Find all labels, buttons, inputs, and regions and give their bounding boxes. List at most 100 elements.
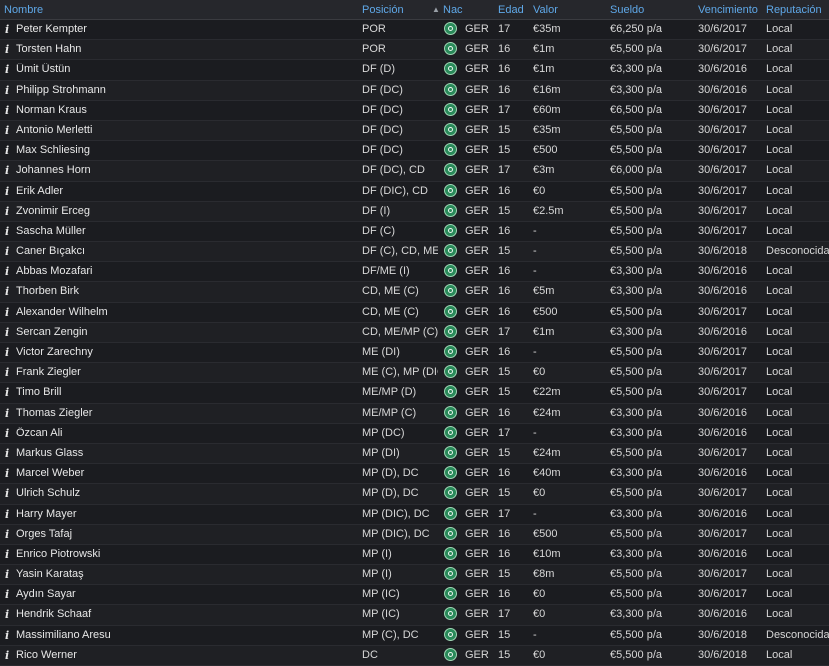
- info-icon[interactable]: i: [5, 124, 9, 137]
- info-icon[interactable]: i: [5, 407, 9, 420]
- column-header-expires[interactable]: Vencimiento: [698, 4, 758, 16]
- info-icon[interactable]: i: [5, 649, 9, 662]
- table-row[interactable]: i Sercan Zengin CD, ME/MP (C) GER 17 €1m…: [0, 322, 829, 343]
- table-row[interactable]: i Marcel Weber MP (D), DC GER 16 €40m €3…: [0, 464, 829, 485]
- info-icon[interactable]: i: [5, 427, 9, 440]
- info-icon[interactable]: i: [5, 568, 9, 581]
- info-icon[interactable]: i: [5, 528, 9, 541]
- info-icon[interactable]: i: [5, 588, 9, 601]
- info-icon[interactable]: i: [5, 245, 9, 258]
- table-row[interactable]: i Johannes Horn DF (DC), CD GER 17 €3m €…: [0, 161, 829, 182]
- column-header-reputation[interactable]: Reputación: [766, 4, 822, 16]
- player-name[interactable]: Erik Adler: [16, 185, 346, 197]
- player-name[interactable]: Peter Kempter: [16, 23, 346, 35]
- table-row[interactable]: i Frank Ziegler ME (C), MP (DIC) GER 15 …: [0, 363, 829, 384]
- table-row[interactable]: i Aydın Sayar MP (IC) GER 16 €0 €5,500 p…: [0, 585, 829, 606]
- table-row[interactable]: i Özcan Ali MP (DC) GER 17 - €3,300 p/a …: [0, 423, 829, 444]
- info-icon[interactable]: i: [5, 43, 9, 56]
- column-header-name[interactable]: Nombre: [4, 4, 43, 16]
- table-row[interactable]: i Hendrik Schaaf MP (IC) GER 17 €0 €3,30…: [0, 605, 829, 626]
- player-name[interactable]: Yasin Karataş: [16, 568, 346, 580]
- table-row[interactable]: i Yasin Karataş MP (I) GER 15 €8m €5,500…: [0, 565, 829, 586]
- column-header-nationality[interactable]: Nac: [443, 4, 463, 16]
- table-row[interactable]: i Victor Zarechny ME (DI) GER 16 - €5,50…: [0, 343, 829, 364]
- player-name[interactable]: Marcel Weber: [16, 467, 346, 479]
- table-row[interactable]: i Alexander Wilhelm CD, ME (C) GER 16 €5…: [0, 302, 829, 323]
- info-icon[interactable]: i: [5, 608, 9, 621]
- info-icon[interactable]: i: [5, 386, 9, 399]
- player-name[interactable]: Orges Tafaj: [16, 528, 346, 540]
- table-row[interactable]: i Thomas Ziegler ME/MP (C) GER 16 €24m €…: [0, 403, 829, 424]
- table-row[interactable]: i Massimiliano Aresu MP (C), DC GER 15 -…: [0, 625, 829, 646]
- table-row[interactable]: i Abbas Mozafari DF/ME (I) GER 16 - €3,3…: [0, 262, 829, 283]
- player-name[interactable]: Markus Glass: [16, 447, 346, 459]
- player-name[interactable]: Enrico Piotrowski: [16, 548, 346, 560]
- info-icon[interactable]: i: [5, 548, 9, 561]
- player-name[interactable]: Özcan Ali: [16, 427, 346, 439]
- table-row[interactable]: i Peter Kempter POR GER 17 €35m €6,250 p…: [0, 20, 829, 41]
- info-icon[interactable]: i: [5, 346, 9, 359]
- player-name[interactable]: Norman Kraus: [16, 104, 346, 116]
- info-icon[interactable]: i: [5, 144, 9, 157]
- info-icon[interactable]: i: [5, 467, 9, 480]
- info-icon[interactable]: i: [5, 205, 9, 218]
- player-name[interactable]: Frank Ziegler: [16, 366, 346, 378]
- table-row[interactable]: i Antonio Merletti DF (DC) GER 15 €35m €…: [0, 120, 829, 142]
- info-icon[interactable]: i: [5, 285, 9, 298]
- table-row[interactable]: i Max Schliesing DF (DC) GER 15 €500 €5,…: [0, 141, 829, 162]
- column-header-value[interactable]: Valor: [533, 4, 558, 16]
- info-icon[interactable]: i: [5, 487, 9, 500]
- info-icon[interactable]: i: [5, 164, 9, 177]
- player-name[interactable]: Rico Werner: [16, 649, 346, 661]
- player-name[interactable]: Zvonimir Erceg: [16, 205, 346, 217]
- info-icon[interactable]: i: [5, 629, 9, 642]
- player-name[interactable]: Caner Bıçakcı: [16, 245, 346, 257]
- table-row[interactable]: i Timo Brill ME/MP (D) GER 15 €22m €5,50…: [0, 383, 829, 404]
- info-icon[interactable]: i: [5, 326, 9, 339]
- player-name[interactable]: Alexander Wilhelm: [16, 306, 346, 318]
- player-name[interactable]: Sercan Zengin: [16, 326, 346, 338]
- table-row[interactable]: i Harry Mayer MP (DIC), DC GER 17 - €3,3…: [0, 504, 829, 525]
- player-name[interactable]: Thomas Ziegler: [16, 407, 346, 419]
- table-row[interactable]: i Norman Kraus DF (DC) GER 17 €60m €6,50…: [0, 100, 829, 121]
- info-icon[interactable]: i: [5, 185, 9, 198]
- player-name[interactable]: Victor Zarechny: [16, 346, 346, 358]
- info-icon[interactable]: i: [5, 366, 9, 379]
- table-row[interactable]: i Markus Glass MP (DI) GER 15 €24m €5,50…: [0, 443, 829, 465]
- player-name[interactable]: Ümit Üstün: [16, 63, 346, 75]
- player-name[interactable]: Thorben Birk: [16, 285, 346, 297]
- player-name[interactable]: Torsten Hahn: [16, 43, 346, 55]
- table-row[interactable]: i Caner Bıçakcı DF (C), CD, ME ... GER 1…: [0, 242, 829, 263]
- table-row[interactable]: i Ümit Üstün DF (D) GER 16 €1m €3,300 p/…: [0, 60, 829, 81]
- player-name[interactable]: Antonio Merletti: [16, 124, 346, 136]
- player-name[interactable]: Max Schliesing: [16, 144, 346, 156]
- table-row[interactable]: i Thorben Birk CD, ME (C) GER 16 €5m €3,…: [0, 282, 829, 303]
- table-row[interactable]: i Ulrich Schulz MP (D), DC GER 15 €0 €5,…: [0, 484, 829, 505]
- player-name[interactable]: Harry Mayer: [16, 508, 346, 520]
- table-row[interactable]: i Zvonimir Erceg DF (I) GER 15 €2.5m €5,…: [0, 201, 829, 222]
- info-icon[interactable]: i: [5, 265, 9, 278]
- table-row[interactable]: i Rico Werner DC GER 15 €0 €5,500 p/a 30…: [0, 645, 829, 666]
- table-row[interactable]: i Enrico Piotrowski MP (I) GER 16 €10m €…: [0, 544, 829, 566]
- player-name[interactable]: Sascha Müller: [16, 225, 346, 237]
- player-name[interactable]: Aydın Sayar: [16, 588, 346, 600]
- info-icon[interactable]: i: [5, 104, 9, 117]
- info-icon[interactable]: i: [5, 63, 9, 76]
- player-name[interactable]: Timo Brill: [16, 386, 346, 398]
- table-row[interactable]: i Erik Adler DF (DIC), CD GER 16 €0 €5,5…: [0, 181, 829, 202]
- player-name[interactable]: Hendrik Schaaf: [16, 608, 346, 620]
- column-header-position[interactable]: Posición: [362, 4, 404, 16]
- table-row[interactable]: i Orges Tafaj MP (DIC), DC GER 16 €500 €…: [0, 524, 829, 545]
- info-icon[interactable]: i: [5, 225, 9, 238]
- info-icon[interactable]: i: [5, 508, 9, 521]
- player-name[interactable]: Philipp Strohmann: [16, 84, 346, 96]
- info-icon[interactable]: i: [5, 23, 9, 36]
- info-icon[interactable]: i: [5, 447, 9, 460]
- info-icon[interactable]: i: [5, 306, 9, 319]
- player-name[interactable]: Abbas Mozafari: [16, 265, 346, 277]
- player-name[interactable]: Ulrich Schulz: [16, 487, 346, 499]
- player-name[interactable]: Johannes Horn: [16, 164, 346, 176]
- column-header-age[interactable]: Edad: [498, 4, 524, 16]
- column-header-wage[interactable]: Sueldo: [610, 4, 644, 16]
- player-name[interactable]: Massimiliano Aresu: [16, 629, 346, 641]
